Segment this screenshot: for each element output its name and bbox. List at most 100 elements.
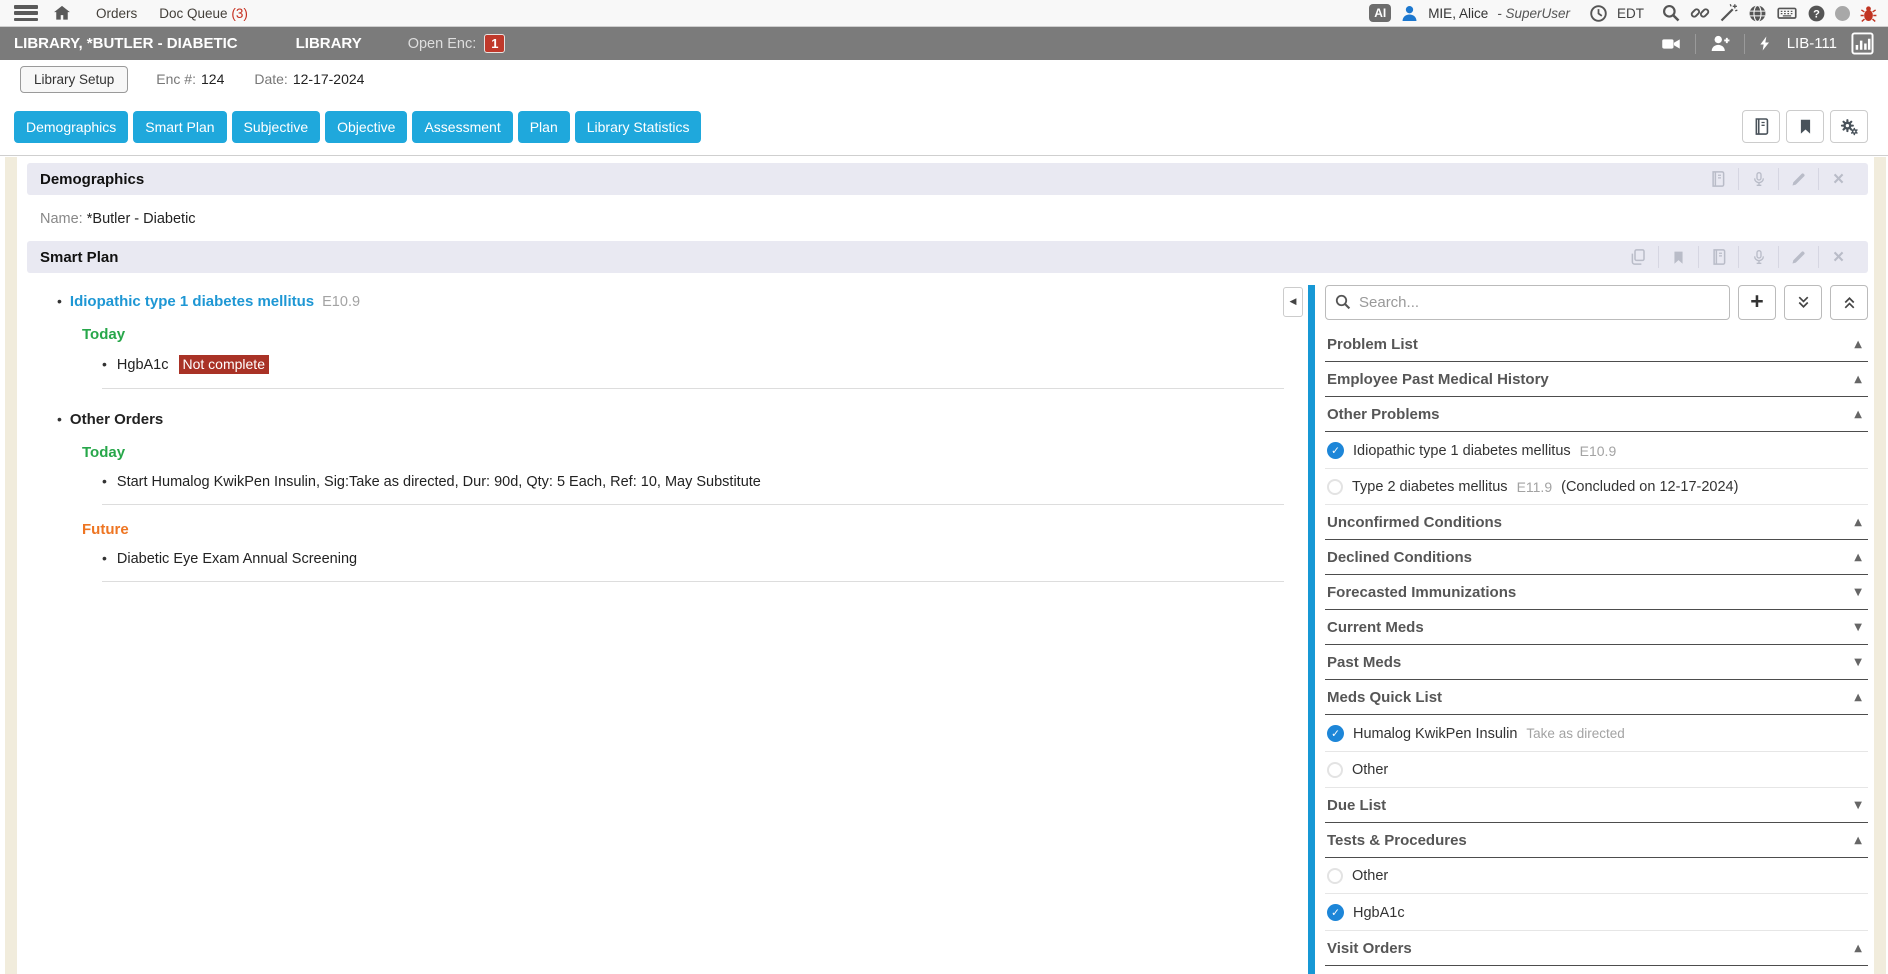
open-enc-count-badge[interactable]: 1 — [484, 34, 505, 53]
order-item[interactable]: •Start Humalog KwikPen Insulin, Sig:Take… — [102, 473, 1284, 505]
sidebar-item-type-2-diabetes-mellitus[interactable]: Type 2 diabetes mellitusE11.9 (Concluded… — [1325, 469, 1868, 505]
tab-library-statistics[interactable]: Library Statistics — [575, 111, 702, 143]
sidebar-item-code: E10.9 — [1580, 443, 1617, 459]
keyboard-icon[interactable] — [1776, 3, 1798, 23]
radio-unchecked-icon — [1327, 762, 1343, 778]
globe-icon[interactable] — [1748, 4, 1767, 23]
bookmark-icon — [1797, 118, 1814, 135]
sidebar-section-forecasted-immunizations[interactable]: Forecasted Immunizations▼ — [1325, 575, 1868, 610]
sidebar-item-idiopathic-type-1-diabetes-mellitus[interactable]: ✓Idiopathic type 1 diabetes mellitusE10.… — [1325, 432, 1868, 469]
expand-all-button[interactable] — [1784, 285, 1822, 320]
lightning-icon[interactable] — [1757, 33, 1773, 54]
sidebar-section-employee-past-medical-history[interactable]: Employee Past Medical History▲ — [1325, 362, 1868, 397]
microphone-icon[interactable] — [1738, 168, 1778, 190]
divider — [1744, 34, 1745, 54]
bookmark-icon[interactable] — [1658, 246, 1698, 268]
microphone-icon[interactable] — [1738, 246, 1778, 268]
patient-bar-tools: LIB-111 — [1659, 32, 1874, 55]
user-role: - SuperUser — [1497, 6, 1570, 21]
video-camera-icon[interactable] — [1659, 34, 1683, 54]
user-name[interactable]: MIE, Alice — [1428, 6, 1488, 21]
sidebar-item-text: Humalog KwikPen Insulin — [1353, 726, 1517, 742]
chevron-down-icon: ▼ — [1854, 587, 1862, 598]
bullet-icon: • — [57, 411, 62, 427]
tab-objective[interactable]: Objective — [325, 111, 407, 143]
order-item[interactable]: •HgbA1cNot complete — [102, 355, 1284, 389]
bar-chart-icon[interactable] — [1851, 32, 1874, 55]
sidebar-section-problem-list[interactable]: Problem List▲ — [1325, 327, 1868, 362]
sidebar-section-meds-quick-list[interactable]: Meds Quick List▲ — [1325, 680, 1868, 715]
enc-number-value: 124 — [201, 71, 224, 87]
chevron-up-icon: ▲ — [1854, 552, 1862, 563]
chevron-up-icon: ▲ — [1854, 339, 1862, 350]
problem-code: E10.9 — [322, 294, 360, 310]
sidebar-collapse-button[interactable]: ◀ — [1283, 287, 1303, 317]
copy-icon[interactable] — [1618, 246, 1658, 268]
book-icon[interactable] — [1698, 168, 1738, 190]
sidebar-item-humalog-kwikpen-insulin[interactable]: ✓Humalog KwikPen InsulinTake as directed — [1325, 715, 1868, 752]
order-item[interactable]: •Diabetic Eye Exam Annual Screening — [102, 550, 1284, 582]
menu-item-doc-queue[interactable]: Doc Queue (3) — [159, 6, 248, 21]
book-button[interactable] — [1742, 110, 1780, 143]
pencil-icon[interactable] — [1778, 246, 1818, 268]
sidebar-section-current-meds[interactable]: Current Meds▼ — [1325, 610, 1868, 645]
sidebar-item-other[interactable]: Other — [1325, 752, 1868, 788]
settings-button[interactable] — [1830, 110, 1868, 143]
home-icon[interactable] — [52, 3, 72, 23]
sidebar-section-due-list[interactable]: Due List▼ — [1325, 788, 1868, 823]
left-margin-stripe — [5, 157, 17, 974]
ai-badge[interactable]: AI — [1369, 4, 1391, 22]
demographics-header-icons: × — [1698, 168, 1858, 190]
period-heading-today: Today — [82, 326, 1284, 343]
bug-icon[interactable] — [1859, 4, 1878, 23]
tab-demographics[interactable]: Demographics — [14, 111, 128, 143]
patient-name[interactable]: LIBRARY, *BUTLER - DIABETIC — [14, 35, 238, 52]
book-icon[interactable] — [1698, 246, 1738, 268]
person-add-icon[interactable] — [1708, 33, 1732, 54]
top-bar-right: AI MIE, Alice - SuperUser EDT ? — [1369, 3, 1878, 23]
bookmark-button[interactable] — [1786, 110, 1824, 143]
collapse-all-button[interactable] — [1830, 285, 1868, 320]
help-icon[interactable]: ? — [1807, 4, 1826, 23]
sidebar-section-declined-conditions[interactable]: Declined Conditions▲ — [1325, 540, 1868, 575]
sidebar-section-other-problems[interactable]: Other Problems▲ — [1325, 397, 1868, 432]
close-icon[interactable]: × — [1818, 168, 1858, 190]
wand-icon[interactable] — [1719, 3, 1739, 23]
sidebar-section-label: Tests & Procedures — [1327, 832, 1467, 849]
name-value: *Butler - Diabetic — [87, 211, 196, 227]
search-input[interactable] — [1325, 285, 1730, 320]
close-icon[interactable]: × — [1818, 246, 1858, 268]
top-bar: Orders Doc Queue (3) AI MIE, Alice - Sup… — [0, 0, 1888, 27]
user-icon[interactable] — [1400, 4, 1419, 23]
sidebar-section-visit-orders[interactable]: Visit Orders▲ — [1325, 931, 1868, 966]
tab-smart-plan[interactable]: Smart Plan — [133, 111, 226, 143]
problem-link[interactable]: Idiopathic type 1 diabetes mellitus — [70, 293, 314, 310]
menu-item-orders[interactable]: Orders — [96, 6, 137, 21]
sidebar-section-label: Meds Quick List — [1327, 689, 1442, 706]
link-icon[interactable] — [1690, 3, 1710, 23]
order-item-text: HgbA1c — [117, 357, 169, 373]
smart-plan-section-header: Smart Plan × — [27, 241, 1868, 273]
clock-icon[interactable] — [1589, 4, 1608, 23]
sidebar-item-hgba1c[interactable]: ✓HgbA1c — [1325, 894, 1868, 931]
hamburger-menu-icon[interactable] — [14, 5, 38, 21]
sidebar-item-other[interactable]: Other — [1325, 858, 1868, 894]
divider — [1695, 34, 1696, 54]
clinic-name[interactable]: LIBRARY — [296, 35, 362, 52]
search-icon — [1334, 293, 1352, 311]
add-button[interactable]: + — [1738, 285, 1776, 320]
sidebar-accent-strip — [1308, 285, 1315, 974]
status-circle-icon[interactable] — [1835, 6, 1850, 21]
search-icon[interactable] — [1661, 3, 1681, 23]
tab-plan[interactable]: Plan — [518, 111, 570, 143]
sidebar-section-past-meds[interactable]: Past Meds▼ — [1325, 645, 1868, 680]
sidebar-item-text: Other — [1352, 762, 1388, 778]
pencil-icon[interactable] — [1778, 168, 1818, 190]
sidebar-section-tests-procedures[interactable]: Tests & Procedures▲ — [1325, 823, 1868, 858]
sidebar-section-unconfirmed-conditions[interactable]: Unconfirmed Conditions▲ — [1325, 505, 1868, 540]
tab-subjective[interactable]: Subjective — [232, 111, 321, 143]
library-setup-button[interactable]: Library Setup — [20, 66, 128, 93]
tab-assessment[interactable]: Assessment — [412, 111, 512, 143]
double-chevron-up-icon — [1841, 294, 1858, 311]
name-label: Name: — [40, 211, 83, 227]
